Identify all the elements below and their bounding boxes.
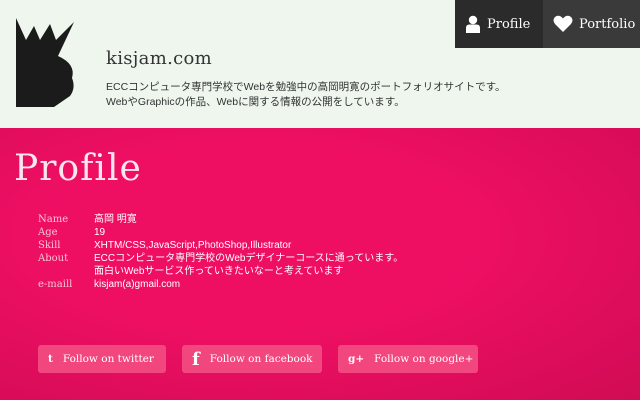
profile-row-name: Name 高岡 明寛 — [38, 213, 403, 226]
top-nav: Profile Portfolio — [455, 0, 640, 48]
profile-key: Age — [38, 227, 58, 238]
profile-value: ECCコンピュータ専門学校のWebデザイナーコースに通っています。 — [94, 253, 404, 264]
follow-google-label: Follow on google+ — [374, 353, 474, 365]
profile-row-skill: Skill XHTM/CSS,JavaScript,PhotoShop,Illu… — [38, 239, 403, 252]
nav-label-portfolio: Portfolio — [579, 16, 636, 32]
profile-value: kisjam(a)gmail.com — [94, 279, 181, 290]
profile-value: 面白いWebサービス作っていきたいなーと考えています — [94, 266, 344, 277]
site-tagline: ECCコンピュータ専門学校でWebを勉強中の高岡明寛のポートフォリオサイトです。… — [106, 80, 506, 110]
profile-key: Name — [38, 214, 69, 225]
site-title[interactable]: kisjam.com — [106, 48, 212, 69]
nav-label-profile: Profile — [487, 16, 531, 32]
profile-value: XHTM/CSS,JavaScript,PhotoShop,Illustrato… — [94, 240, 292, 251]
twitter-icon: t — [48, 353, 53, 365]
page-title: Profile — [14, 148, 142, 189]
nav-item-profile[interactable]: Profile — [455, 0, 543, 48]
follow-facebook-label: Follow on facebook — [209, 353, 313, 365]
profile-row-about: About ECCコンピュータ専門学校のWebデザイナーコースに通っています。 — [38, 252, 403, 265]
profile-row-age: Age 19 — [38, 226, 403, 239]
follow-google-button[interactable]: g+ Follow on google+ — [338, 345, 478, 373]
profile-value: 高岡 明寛 — [94, 214, 137, 225]
follow-twitter-label: Follow on twitter — [62, 353, 154, 365]
profile-value: 19 — [94, 227, 106, 238]
profile-row-about-cont: 面白いWebサービス作っていきたいなーと考えています — [38, 265, 403, 278]
profile-key — [38, 265, 94, 278]
profile-key: Skill — [38, 240, 61, 251]
profile-key: About — [38, 253, 69, 264]
nav-item-portfolio[interactable]: Portfolio — [543, 0, 640, 48]
profile-key: e-maill — [38, 279, 73, 290]
google-plus-icon: g+ — [348, 353, 365, 365]
person-icon — [466, 15, 480, 33]
follow-facebook-button[interactable]: f Follow on facebook — [182, 345, 322, 373]
facebook-icon: f — [192, 348, 200, 370]
profile-row-email: e-maill kisjam(a)gmail.com — [38, 278, 403, 291]
profile-info: Name 高岡 明寛 Age 19 Skill XHTM/CSS,JavaScr… — [38, 213, 403, 291]
tagline-line-2: WebやGraphicの作品、Webに関する情報の公開をしています。 — [106, 96, 405, 108]
site-logo[interactable] — [14, 16, 76, 109]
heart-icon — [553, 15, 573, 33]
tagline-line-1: ECCコンピュータ専門学校でWebを勉強中の高岡明寛のポートフォリオサイトです。 — [106, 81, 506, 93]
follow-twitter-button[interactable]: t Follow on twitter — [38, 345, 166, 373]
